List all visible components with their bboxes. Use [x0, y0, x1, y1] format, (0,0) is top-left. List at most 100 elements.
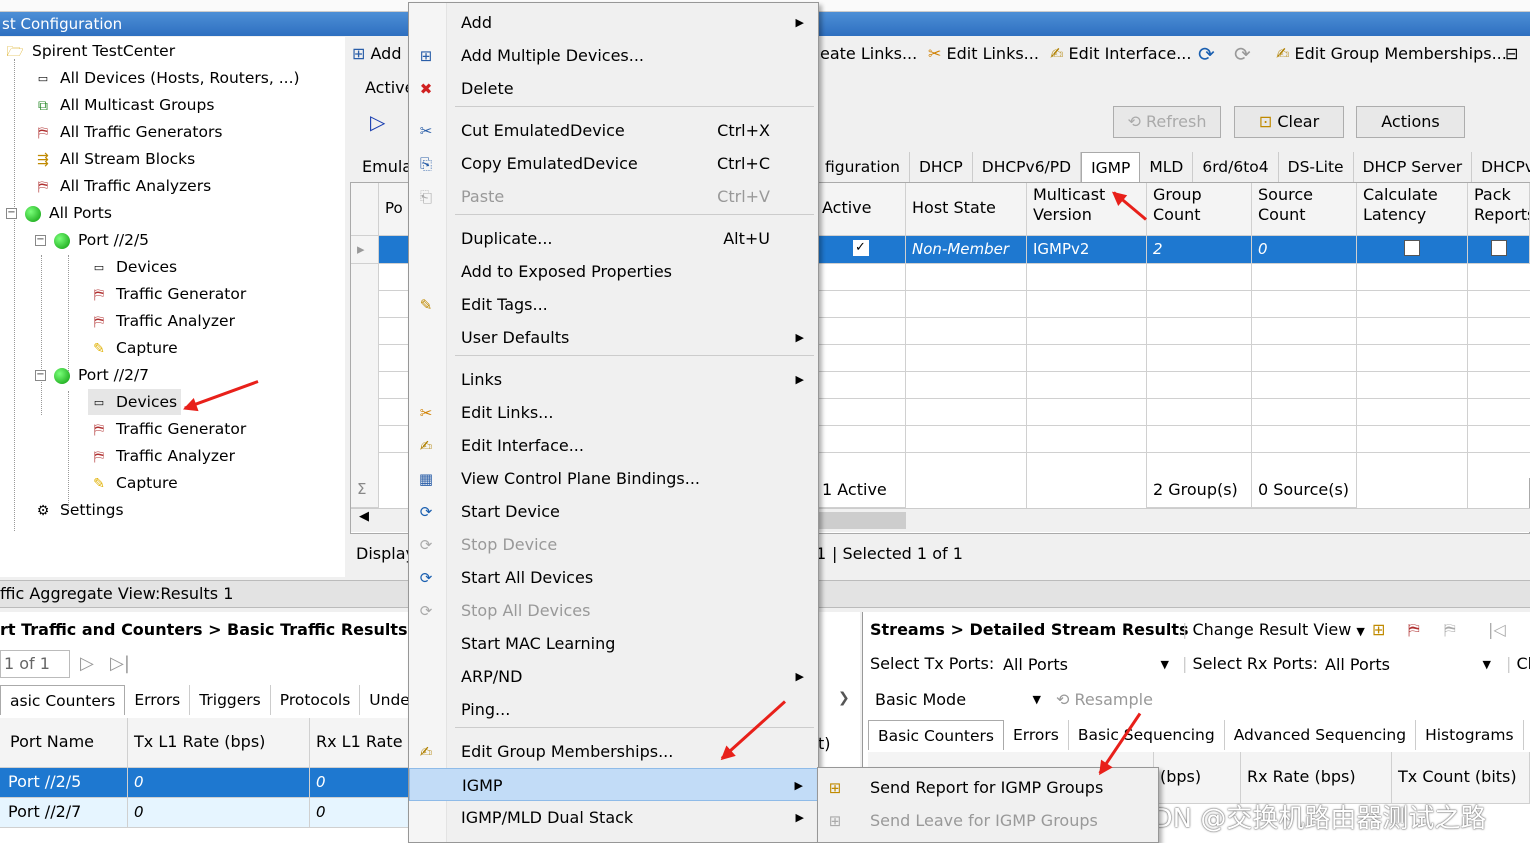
next-page-icon[interactable]: ▷	[80, 650, 94, 678]
col-calculate-latency[interactable]: Calculate Latency	[1357, 183, 1468, 236]
analyzer-icon[interactable]: ⛿	[1444, 616, 1456, 644]
collapse-icon[interactable]: −	[6, 208, 17, 219]
scroll-right-icon[interactable]: ❯	[838, 684, 850, 712]
tree-item-settings[interactable]: ⚙ Settings	[32, 497, 124, 523]
tree-item-port1-capture[interactable]: ✎ Capture	[88, 335, 178, 361]
col-group-count[interactable]: Group Count	[1147, 183, 1252, 236]
tab-triggers[interactable]: Triggers	[190, 685, 271, 715]
menu-item-add[interactable]: Add ▶	[409, 6, 818, 39]
add-button[interactable]: ⊞ Add	[352, 40, 401, 68]
first-page-icon[interactable]: |◁	[1488, 616, 1506, 644]
menu-item-add-to-exposed-properties[interactable]: Add to Exposed Properties	[409, 255, 818, 288]
col-tx-rate[interactable]: (bps)	[1154, 752, 1241, 804]
menu-item-edit-links[interactable]: ✂ Edit Links...	[409, 396, 818, 429]
collapse-icon[interactable]: −	[35, 370, 46, 381]
host-state-cell[interactable]: Non-Member	[906, 236, 1027, 264]
menu-item-user-defaults[interactable]: User Defaults ▶	[409, 321, 818, 354]
menu-item-paste[interactable]: ⎗ Paste Ctrl+V	[409, 180, 818, 213]
tree-item-port2-generator[interactable]: ⛿ Traffic Generator	[88, 416, 246, 442]
tree-item-stream-blocks[interactable]: ⇶ All Stream Blocks	[32, 146, 195, 172]
col-rx-rate[interactable]: Rx L1 Rate (	[310, 718, 410, 768]
menu-item-delete[interactable]: ✖ Delete	[409, 72, 818, 105]
menu-item-start-device[interactable]: ⟳ Start Device	[409, 495, 818, 528]
tab-basic-counters[interactable]: asic Counters	[0, 685, 126, 715]
scroll-thumb[interactable]	[816, 512, 906, 529]
menu-item-igmp[interactable]: IGMP ▶	[409, 768, 818, 801]
menu-item-links[interactable]: Links ▶	[409, 363, 818, 396]
source-count-cell[interactable]: 0	[1252, 236, 1357, 264]
result-row-rx[interactable]: 0	[310, 768, 410, 798]
rx-ports-select[interactable]: All Ports ▼	[1318, 651, 1498, 679]
tab-errors[interactable]: Errors	[125, 685, 191, 715]
edit-links-button[interactable]: ✂ Edit Links...	[928, 40, 1039, 68]
tree-item-traffic-analyzers[interactable]: ⛿ All Traffic Analyzers	[32, 173, 211, 199]
tab-basic-sequencing[interactable]: Basic Sequencing	[1069, 720, 1225, 750]
menu-item-copy-emulateddevice[interactable]: ⎘ Copy EmulatedDevice Ctrl+C	[409, 147, 818, 180]
result-row-tx[interactable]: 0	[128, 798, 310, 828]
menu-item-cut-emulateddevice[interactable]: ✂ Cut EmulatedDevice Ctrl+X	[409, 114, 818, 147]
tree-item-port1-generator[interactable]: ⛿ Traffic Generator	[88, 281, 246, 307]
row-selector-icon[interactable]: ▸	[351, 236, 379, 264]
tab-dhcpv6-pd[interactable]: DHCPv6/PD	[973, 152, 1082, 182]
tree-item-multicast[interactable]: ⧉ All Multicast Groups	[32, 92, 214, 118]
menu-item-igmp-mld-dual-stack[interactable]: IGMP/MLD Dual Stack ▶	[409, 801, 818, 834]
tree-item-port-2-7[interactable]: − Port //2/7	[35, 362, 149, 388]
col-tx-rate[interactable]: Tx L1 Rate (bps)	[128, 718, 310, 768]
create-links-button[interactable]: eate Links...	[820, 40, 917, 68]
tab-dhcpv6[interactable]: DHCPv6	[1472, 152, 1530, 182]
result-row-tx[interactable]: 0	[128, 768, 310, 798]
tree-item-port2-devices[interactable]: ▭ Devices	[88, 389, 182, 415]
edit-interface-button[interactable]: ✍ Edit Interface...	[1050, 40, 1191, 68]
calc-latency-checkbox[interactable]	[1357, 236, 1468, 264]
result-row-port[interactable]: Port //2/5	[0, 768, 128, 798]
tree-item-port2-capture[interactable]: ✎ Capture	[88, 470, 178, 496]
col-port[interactable]: Po	[379, 183, 409, 236]
result-row-rx[interactable]: 0	[310, 798, 410, 828]
tab-ds-lite[interactable]: DS-Lite	[1279, 152, 1354, 182]
result-row-port[interactable]: Port //2/7	[0, 798, 128, 828]
change-view-dropdown[interactable]: | Change Result View ▼	[1182, 616, 1365, 646]
tab-igmp[interactable]: IGMP	[1081, 152, 1141, 182]
tree-root[interactable]: 🗁 Spirent TestCenter	[4, 38, 175, 64]
tree-item-all-ports[interactable]: − All Ports	[6, 200, 112, 226]
start-device-toolbar-button[interactable]: ⟳	[1198, 40, 1215, 70]
menu-item-edit-interface[interactable]: ✍ Edit Interface...	[409, 429, 818, 462]
tree-item-all-devices[interactable]: ▭ All Devices (Hosts, Routers, ...)	[32, 65, 300, 91]
col-source-count[interactable]: Source Count	[1252, 183, 1357, 236]
resample-button[interactable]: ⟲ Resample	[1056, 686, 1153, 714]
pack-reports-checkbox[interactable]	[1468, 236, 1530, 264]
mode-select[interactable]: Basic Mode ▼	[868, 686, 1048, 714]
col-host-state[interactable]: Host State	[906, 183, 1027, 236]
col-tx-count[interactable]: Tx Count (bits)	[1392, 752, 1530, 804]
menu-item-ping[interactable]: Ping...	[409, 693, 818, 726]
tree-item-traffic-generators[interactable]: ⛿ All Traffic Generators	[32, 119, 223, 145]
tab-6rd[interactable]: 6rd/6to4	[1193, 152, 1279, 182]
clear-button[interactable]: ⊡ Clear	[1234, 106, 1344, 138]
more-toolbar-icon[interactable]: ⊟	[1505, 40, 1518, 68]
tab-histograms[interactable]: Histograms	[1416, 720, 1524, 750]
tab-errors[interactable]: Errors	[1004, 720, 1069, 750]
tx-ports-select[interactable]: All Ports ▼	[996, 651, 1176, 679]
export-icon[interactable]: ⊞	[1372, 616, 1385, 644]
col-pack-reports[interactable]: Pack Reports	[1468, 183, 1530, 236]
col-rx-rate[interactable]: Rx Rate (bps)	[1241, 752, 1392, 804]
tab-advanced-sequencing[interactable]: Advanced Sequencing	[1225, 720, 1417, 750]
collapse-icon[interactable]: −	[35, 235, 46, 246]
col-active[interactable]: Active	[816, 183, 906, 236]
col-port-name[interactable]: Port Name	[0, 718, 128, 768]
tree-item-port1-analyzer[interactable]: ⛿ Traffic Analyzer	[88, 308, 235, 334]
menu-item-view-control-plane-bindings[interactable]: ▦ View Control Plane Bindings...	[409, 462, 818, 495]
submenu-item-send-leave[interactable]: ⊞ Send Leave for IGMP Groups	[818, 804, 1158, 837]
menu-item-start-all-devices[interactable]: ⟳ Start All Devices	[409, 561, 818, 594]
menu-item-start-mac-learning[interactable]: Start MAC Learning	[409, 627, 818, 660]
last-page-icon[interactable]: ▷|	[110, 650, 130, 678]
tab-dhcp-server[interactable]: DHCP Server	[1354, 152, 1473, 182]
play-icon[interactable]: ▷	[370, 108, 385, 136]
actions-button[interactable]: Actions	[1356, 106, 1465, 138]
menu-item-stop-device[interactable]: ⟳ Stop Device	[409, 528, 818, 561]
menu-item-arp-nd[interactable]: ARP/ND ▶	[409, 660, 818, 693]
menu-item-stop-all-devices[interactable]: ⟳ Stop All Devices	[409, 594, 818, 627]
col-multicast-version[interactable]: Multicast Version	[1027, 183, 1147, 236]
menu-item-add-multiple-devices[interactable]: ⊞ Add Multiple Devices...	[409, 39, 818, 72]
tab-configuration[interactable]: figuration	[816, 152, 910, 182]
